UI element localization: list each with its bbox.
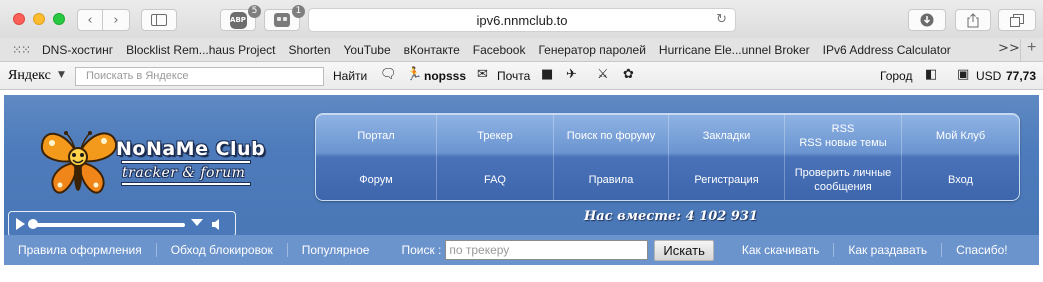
play-icon[interactable] [16, 218, 25, 230]
yandex-search-input[interactable]: Поискать в Яндексе [75, 67, 324, 86]
favorite-link[interactable]: IPv6 Address Calculator [823, 43, 951, 57]
web-page: NoNaMe Club tracker & forum Портал Треке… [0, 95, 1043, 282]
wallet-icon[interactable]: ▣ [957, 67, 969, 82]
site-header: NoNaMe Club tracker & forum Портал Треке… [4, 95, 1039, 237]
logo-divider [122, 183, 250, 185]
figure-icon[interactable]: ⚔ [597, 67, 609, 82]
mail-icon[interactable]: ✉ [477, 67, 488, 82]
logo-subtitle: tracker & forum [122, 165, 246, 181]
menu-faq[interactable]: FAQ [437, 158, 554, 200]
yandex-username[interactable]: nopsss [424, 69, 466, 83]
browser-toolbar: ‹ › ABP 5 1 ipv6.nnmclub.to ↻ [0, 0, 1043, 38]
site-logo[interactable]: NoNaMe Club tracker & forum [38, 125, 268, 203]
site-navbar: Правила оформления Обход блокировок Попу… [4, 235, 1039, 265]
menu-rss[interactable]: RSS RSS новые темы [785, 114, 902, 158]
tracker-search-input[interactable]: по трекеру [445, 240, 649, 260]
favorites-more-button[interactable]: >> [998, 41, 1020, 56]
back-button[interactable]: ‹ [77, 9, 103, 31]
volume-icon[interactable] [211, 218, 225, 231]
yandex-find-button[interactable]: Найти [333, 69, 367, 83]
menu-login[interactable]: Вход [902, 158, 1019, 200]
nav-formatting-rules[interactable]: Правила оформления [4, 243, 157, 257]
favorites-grid-icon[interactable]: ⁙⁙ [12, 43, 34, 57]
search-button[interactable]: Искать [654, 239, 714, 261]
speech-bubble-icon[interactable]: 🗨 [380, 67, 397, 82]
butterfly-mascot-icon [40, 131, 118, 194]
dropdown-arrow-icon[interactable]: ▼ [58, 70, 65, 80]
radio-player [8, 211, 236, 237]
favorite-link[interactable]: Blocklist Rem...haus Project [126, 43, 275, 57]
player-progress-knob[interactable] [28, 219, 38, 229]
share-button[interactable] [955, 9, 991, 31]
nav-how-download[interactable]: Как скачивать [728, 243, 835, 257]
menu-bookmarks[interactable]: Закладки [669, 114, 785, 158]
tabs-overview-button[interactable] [998, 9, 1036, 31]
ghostery-badge: 1 [292, 5, 305, 18]
logo-divider [122, 161, 250, 163]
favorite-link[interactable]: вКонтакте [404, 43, 460, 57]
favorite-link[interactable]: Shorten [288, 43, 330, 57]
chevron-right-icon: › [113, 12, 119, 28]
chevron-left-icon: ‹ [87, 12, 93, 28]
minimize-window-button[interactable] [33, 13, 45, 25]
player-dropdown-icon[interactable] [191, 219, 203, 226]
favorite-link[interactable]: Facebook [473, 43, 526, 57]
adblock-badge: 5 [248, 5, 261, 18]
layout-icon[interactable]: ◧ [925, 67, 937, 82]
tabs-icon [1010, 13, 1024, 27]
ghostery-icon [274, 13, 290, 27]
address-bar[interactable]: ipv6.nnmclub.to ↻ [308, 8, 736, 32]
reload-icon[interactable]: ↻ [716, 12, 727, 27]
player-progress-track[interactable] [33, 223, 185, 227]
nav-how-seed[interactable]: Как раздавать [834, 243, 943, 257]
yandex-toolbar: Яндекс ▼ Поискать в Яндексе Найти 🗨 🏃 no… [0, 62, 1043, 90]
search-label: Поиск : [401, 243, 442, 257]
logo-title: NoNaMe Club [116, 138, 266, 160]
adblock-extension-button[interactable]: ABP 5 [220, 5, 261, 31]
nav-bypass-blocks[interactable]: Обход блокировок [157, 243, 288, 257]
menu-portal[interactable]: Портал [316, 114, 437, 158]
online-counter: Нас вместе: 4 102 931 [584, 209, 758, 224]
bird-icon[interactable]: ✈ [566, 67, 577, 82]
menu-tracker[interactable]: Трекер [437, 114, 554, 158]
share-icon [967, 12, 979, 27]
favorite-link[interactable]: YouTube [344, 43, 391, 57]
address-text: ipv6.nnmclub.to [476, 12, 568, 28]
favorite-link[interactable]: Hurricane Ele...unnel Broker [659, 43, 810, 57]
nav-thanks[interactable]: Спасибо! [942, 243, 1021, 257]
book-icon[interactable]: ■ [541, 67, 553, 82]
sidebar-icon [151, 14, 167, 26]
forward-button[interactable]: › [103, 9, 130, 31]
new-tab-plus-icon[interactable]: + [1020, 39, 1036, 61]
menu-forum-search[interactable]: Поиск по форуму [554, 114, 669, 158]
menu-check-messages[interactable]: Проверить личные сообщения [785, 158, 902, 200]
nav-popular[interactable]: Популярное [288, 243, 384, 257]
download-icon [920, 13, 934, 27]
adblock-icon: ABP [229, 11, 247, 29]
favorite-link[interactable]: DNS-хостинг [42, 43, 113, 57]
yandex-mail-link[interactable]: Почта [497, 69, 530, 83]
menu-forum[interactable]: Форум [316, 158, 437, 200]
menu-rules[interactable]: Правила [554, 158, 669, 200]
favorites-bar: ⁙⁙ DNS-хостинг Blocklist Rem...haus Proj… [0, 38, 1043, 62]
close-window-button[interactable] [13, 13, 25, 25]
favorite-link[interactable]: Генератор паролей [538, 43, 645, 57]
sidebar-button[interactable] [141, 9, 177, 31]
menu-registration[interactable]: Регистрация [669, 158, 785, 200]
currency-value: 77,73 [1006, 69, 1037, 83]
main-menu: Портал Трекер Поиск по форуму Закладки R… [315, 113, 1020, 201]
ghostery-extension-button[interactable]: 1 [264, 5, 305, 31]
settings-flower-icon[interactable]: ✿ [623, 67, 634, 82]
currency-label: USD [976, 69, 1002, 83]
zoom-window-button[interactable] [53, 13, 65, 25]
city-link[interactable]: Город [880, 69, 912, 83]
runner-icon[interactable]: 🏃 [406, 67, 422, 82]
yandex-logo[interactable]: Яндекс [8, 68, 51, 84]
downloads-button[interactable] [908, 9, 946, 31]
menu-my-club[interactable]: Мой Клуб [902, 114, 1019, 158]
